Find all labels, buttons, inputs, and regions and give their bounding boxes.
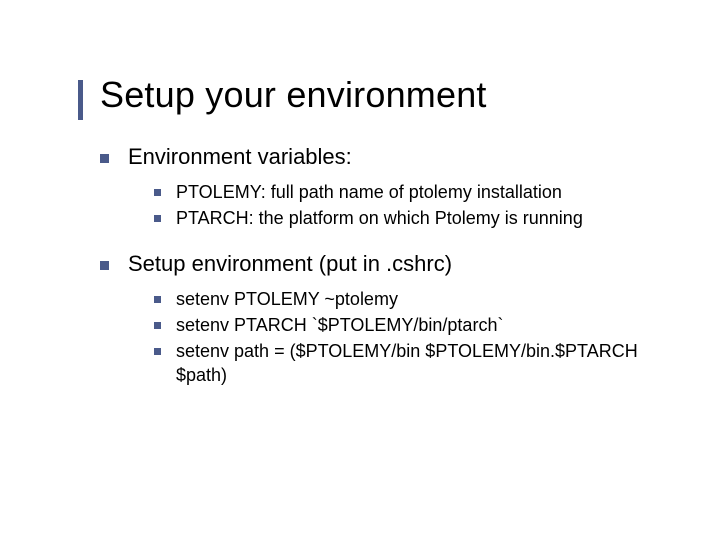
bullet-list-level2: setenv PTOLEMY ~ptolemy setenv PTARCH `$… (154, 287, 670, 388)
square-bullet-icon (154, 348, 161, 355)
slide: Setup your environment Environment varia… (0, 0, 720, 388)
title-block: Setup your environment (100, 74, 670, 116)
bullet-list-level1: Environment variables: PTOLEMY: full pat… (100, 144, 670, 388)
square-bullet-icon (154, 296, 161, 303)
list-item: Setup environment (put in .cshrc) setenv… (100, 251, 670, 388)
list-item: PTOLEMY: full path name of ptolemy insta… (154, 180, 670, 204)
list-item: setenv path = ($PTOLEMY/bin $PTOLEMY/bin… (154, 339, 670, 388)
list-item-label: Environment variables: (128, 144, 352, 169)
list-item-label: Setup environment (put in .cshrc) (128, 251, 452, 276)
list-item-text: setenv PTARCH `$PTOLEMY/bin/ptarch` (176, 315, 503, 335)
list-item-text: PTARCH: the platform on which Ptolemy is… (176, 208, 583, 228)
slide-title: Setup your environment (100, 74, 670, 116)
square-bullet-icon (154, 215, 161, 222)
list-item: setenv PTOLEMY ~ptolemy (154, 287, 670, 311)
square-bullet-icon (154, 322, 161, 329)
bullet-list-level2: PTOLEMY: full path name of ptolemy insta… (154, 180, 670, 231)
list-item-text: PTOLEMY: full path name of ptolemy insta… (176, 182, 562, 202)
square-bullet-icon (154, 189, 161, 196)
accent-bar (78, 80, 83, 120)
list-item: setenv PTARCH `$PTOLEMY/bin/ptarch` (154, 313, 670, 337)
list-item: Environment variables: PTOLEMY: full pat… (100, 144, 670, 231)
square-bullet-icon (100, 261, 109, 270)
list-item-text: setenv PTOLEMY ~ptolemy (176, 289, 398, 309)
list-item: PTARCH: the platform on which Ptolemy is… (154, 206, 670, 230)
square-bullet-icon (100, 154, 109, 163)
list-item-text: setenv path = ($PTOLEMY/bin $PTOLEMY/bin… (176, 341, 638, 385)
